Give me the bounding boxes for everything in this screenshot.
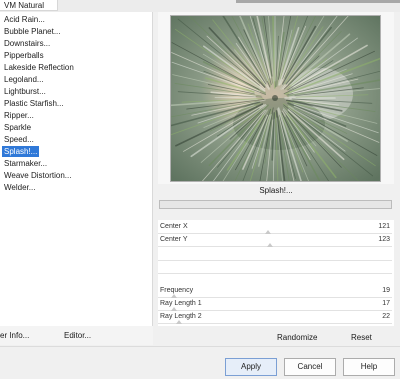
param-label: Center X — [160, 223, 188, 230]
filter-item-starmaker[interactable]: Starmaker... — [2, 158, 49, 169]
param-label: Frequency — [160, 287, 194, 294]
param-row-center-x[interactable]: Center X 121 — [158, 222, 392, 234]
param-label: Ray Length 2 — [160, 313, 202, 320]
filter-item-lightburst[interactable]: Lightburst... — [2, 86, 48, 97]
filter-item-legoland[interactable]: Legoland... — [2, 74, 46, 85]
title-bar-fragment — [236, 0, 400, 3]
slider-thumb-frequency[interactable] — [171, 294, 178, 298]
filter-item-sparkle[interactable]: Sparkle — [2, 122, 33, 133]
param-label: Ray Length 1 — [160, 300, 202, 307]
filter-item-acid-rain[interactable]: Acid Rain... — [2, 14, 47, 25]
preview-caption: Splash!... — [259, 186, 293, 195]
filter-item-pipperballs[interactable]: Pipperballs — [2, 50, 46, 61]
param-value[interactable]: 22 — [382, 313, 390, 320]
param-value[interactable]: 17 — [382, 300, 390, 307]
filter-item-bubble-planet[interactable]: Bubble Planet... — [2, 26, 62, 37]
param-value[interactable]: 121 — [378, 223, 390, 230]
param-row-ray-length-1[interactable]: Ray Length 1 17 — [158, 299, 392, 311]
param-divider — [158, 260, 392, 261]
randomize-button[interactable]: Randomize — [277, 333, 317, 342]
slider-thumb-ray-length-2[interactable] — [176, 320, 183, 324]
param-row-center-y[interactable]: Center Y 123 — [158, 235, 392, 247]
filter-item-lakeside-reflection[interactable]: Lakeside Reflection — [2, 62, 76, 73]
filter-item-speed[interactable]: Speed... — [2, 134, 36, 145]
filter-item-downstairs[interactable]: Downstairs... — [2, 38, 52, 49]
param-label: Center Y — [160, 236, 188, 243]
filter-item-splash[interactable]: Splash!... — [2, 146, 40, 157]
category-tab[interactable]: VM Natural — [0, 0, 58, 11]
splash-preview-graphic — [171, 16, 380, 181]
slider-thumb-center-y[interactable] — [267, 243, 274, 247]
filter-item-weave-distortion[interactable]: Weave Distortion... — [2, 170, 73, 181]
progress-bar — [159, 200, 392, 209]
slider-thumb-ray-length-1[interactable] — [171, 307, 178, 311]
filter-list[interactable]: Acid Rain... Bubble Planet... Downstairs… — [0, 12, 153, 326]
filter-item-ripper[interactable]: Ripper... — [2, 110, 36, 121]
reset-button[interactable]: Reset — [351, 333, 372, 342]
editor-button[interactable]: Editor... — [64, 331, 91, 340]
dialog-footer — [0, 347, 400, 379]
cancel-button[interactable]: Cancel — [284, 358, 336, 376]
filter-item-welder[interactable]: Welder... — [2, 182, 37, 193]
param-row-frequency[interactable]: Frequency 19 — [158, 286, 392, 298]
filter-info-button[interactable]: er Info... — [0, 331, 29, 340]
param-value[interactable]: 123 — [378, 236, 390, 243]
apply-button[interactable]: Apply — [225, 358, 277, 376]
slider-thumb-center-x[interactable] — [264, 230, 271, 234]
filter-item-plastic-starfish[interactable]: Plastic Starfish... — [2, 98, 66, 109]
preview-image[interactable] — [170, 15, 381, 182]
param-divider — [158, 273, 392, 274]
param-row-ray-length-2[interactable]: Ray Length 2 22 — [158, 312, 392, 324]
help-button[interactable]: Help — [343, 358, 395, 376]
param-value[interactable]: 19 — [382, 287, 390, 294]
